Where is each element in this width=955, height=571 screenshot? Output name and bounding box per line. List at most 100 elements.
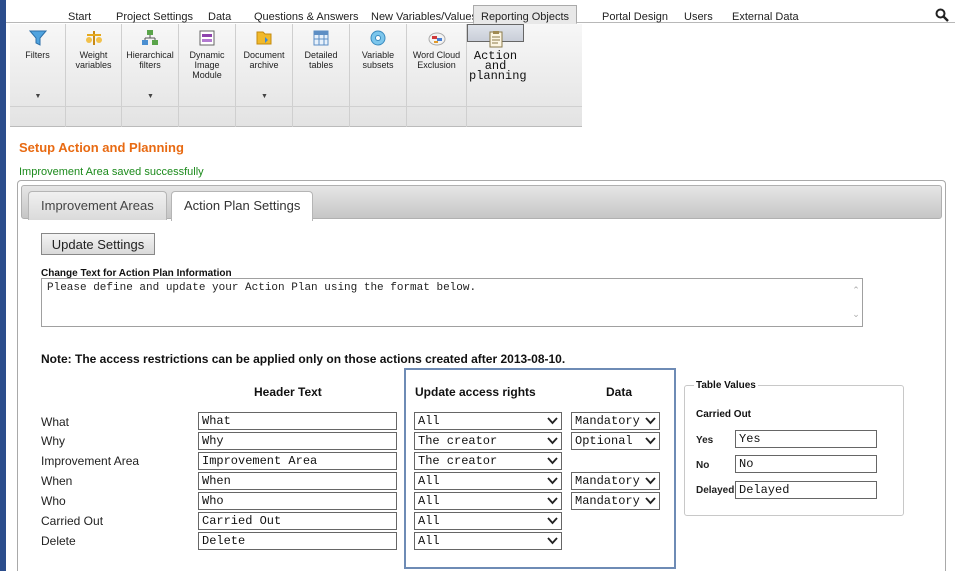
disc-icon: [370, 30, 386, 46]
top-tab-new-variables[interactable]: New Variables/Values: [371, 11, 477, 23]
chevron-down-icon: [645, 497, 656, 505]
image-module-icon: [199, 30, 215, 46]
row-label: Improvement Area: [41, 454, 140, 468]
action-plan-info-textarea[interactable]: Please define and update your Action Pla…: [41, 278, 863, 327]
top-navigation: Start Project Settings Data Questions & …: [6, 0, 955, 24]
table-value-label-no: No: [696, 460, 710, 471]
select-value: Mandatory: [575, 414, 640, 428]
table-value-label-yes: Yes: [696, 435, 714, 446]
table-value-input-no[interactable]: [735, 455, 877, 473]
row-label: Who: [41, 494, 66, 508]
select-value: The creator: [418, 434, 498, 448]
success-message: Improvement Area saved successfully: [19, 166, 204, 178]
table-values-title: Table Values: [694, 380, 758, 391]
top-tab-portal-design[interactable]: Portal Design: [602, 11, 668, 23]
ribbon-detailed-tables-label: Detailed tables: [304, 50, 338, 70]
access-select-carried-out[interactable]: All: [414, 512, 562, 530]
table-values-subtitle: Carried Out: [696, 409, 752, 420]
select-value: The creator: [418, 454, 498, 468]
row-label: When: [41, 474, 73, 488]
select-value: All: [418, 414, 440, 428]
chevron-down-icon: [547, 497, 558, 505]
dropdown-arrow-icon: ▼: [261, 93, 268, 100]
ribbon-toolbar: Filters ▼ Weight variables Hierarchical …: [6, 24, 955, 127]
column-header-text: Header Text: [254, 385, 322, 399]
clipboard-icon: [489, 31, 502, 48]
data-select-who[interactable]: Mandatory: [571, 492, 660, 510]
header-text-input-who[interactable]: [198, 492, 397, 510]
chevron-down-icon: [547, 457, 558, 465]
row-label: What: [41, 415, 70, 429]
access-select-why[interactable]: The creator: [414, 432, 562, 450]
funnel-icon: [28, 30, 47, 46]
ribbon-variable-subsets-label: Variable subsets: [361, 50, 395, 70]
chevron-down-icon: [547, 477, 558, 485]
header-text-input-when[interactable]: [198, 472, 397, 490]
header-text-input-what[interactable]: [198, 412, 397, 430]
chevron-down-icon: [547, 437, 558, 445]
hierarchy-icon: [142, 30, 158, 45]
ribbon-hierarchical-filters-label: Hierarchical filters: [126, 50, 174, 70]
top-tab-questions-answers[interactable]: Questions & Answers: [254, 11, 359, 23]
chevron-down-icon: [547, 517, 558, 525]
top-tab-external-data[interactable]: External Data: [732, 11, 799, 23]
header-text-input-why[interactable]: [198, 432, 397, 450]
scroll-up-icon[interactable]: ⌃: [850, 285, 862, 295]
header-text-input-improvement-area[interactable]: [198, 452, 397, 470]
access-select-when[interactable]: All: [414, 472, 562, 490]
folder-icon: [256, 31, 272, 45]
chevron-down-icon: [547, 537, 558, 545]
ribbon-action-planning-button[interactable]: Action and planning: [467, 24, 527, 82]
ribbon-document-archive-label: Document archive: [243, 50, 285, 70]
top-tab-data[interactable]: Data: [208, 11, 231, 23]
row-label: Carried Out: [41, 514, 104, 528]
header-text-input-carried-out[interactable]: [198, 512, 397, 530]
select-value: All: [418, 514, 440, 528]
ribbon-filters-label: Filters: [25, 50, 50, 60]
access-select-what[interactable]: All: [414, 412, 562, 430]
ribbon-weight-variables-label: Weight variables: [75, 50, 112, 70]
access-select-who[interactable]: All: [414, 492, 562, 510]
header-text-input-delete[interactable]: [198, 532, 397, 550]
weight-icon: [85, 31, 102, 45]
row-label: Delete: [41, 534, 76, 548]
row-label: Why: [41, 434, 65, 448]
chevron-down-icon: [547, 417, 558, 425]
tab-action-plan-settings[interactable]: Action Plan Settings: [171, 191, 314, 221]
data-select-what[interactable]: Mandatory: [571, 412, 660, 430]
page-title: Setup Action and Planning: [19, 140, 184, 155]
access-note: Note: The access restrictions can be app…: [41, 352, 566, 366]
select-value: All: [418, 534, 440, 548]
select-value: Optional: [575, 434, 633, 448]
access-select-delete[interactable]: All: [414, 532, 562, 550]
table-value-label-delayed: Delayed: [696, 485, 735, 496]
word-cloud-icon: [428, 32, 445, 46]
panel-tab-bar: Improvement Areas Action Plan Settings: [21, 185, 942, 221]
top-tab-users[interactable]: Users: [684, 11, 713, 23]
ribbon-action-planning-label: Action and planning: [469, 49, 527, 83]
chevron-down-icon: [645, 437, 656, 445]
ribbon-word-cloud-exclusion-label: Word Cloud Exclusion: [412, 50, 461, 70]
top-tab-project-settings[interactable]: Project Settings: [116, 11, 193, 23]
ribbon-dynamic-image-module-label: Dynamic Image Module: [189, 50, 225, 80]
data-select-why[interactable]: Optional: [571, 432, 660, 450]
top-tab-reporting-objects[interactable]: Reporting Objects: [473, 5, 578, 24]
chevron-down-icon: [645, 417, 656, 425]
scroll-down-icon[interactable]: ⌄: [850, 309, 862, 319]
top-tab-start[interactable]: Start: [68, 11, 91, 23]
tab-improvement-areas[interactable]: Improvement Areas: [28, 191, 167, 220]
select-value: Mandatory: [575, 474, 640, 488]
settings-panel: Improvement Areas Action Plan Settings U…: [17, 180, 946, 571]
ribbon-group-strip: [10, 106, 582, 126]
data-select-when[interactable]: Mandatory: [571, 472, 660, 490]
select-value: All: [418, 474, 440, 488]
access-select-improvement-area[interactable]: The creator: [414, 452, 562, 470]
dropdown-arrow-icon: ▼: [34, 93, 42, 100]
table-icon: [313, 30, 329, 46]
dropdown-arrow-icon: ▼: [147, 93, 154, 100]
table-value-input-yes[interactable]: [735, 430, 877, 448]
select-value: All: [418, 494, 440, 508]
update-settings-button[interactable]: Update Settings: [41, 233, 155, 255]
search-icon[interactable]: [935, 8, 949, 22]
table-value-input-delayed[interactable]: [735, 481, 877, 499]
